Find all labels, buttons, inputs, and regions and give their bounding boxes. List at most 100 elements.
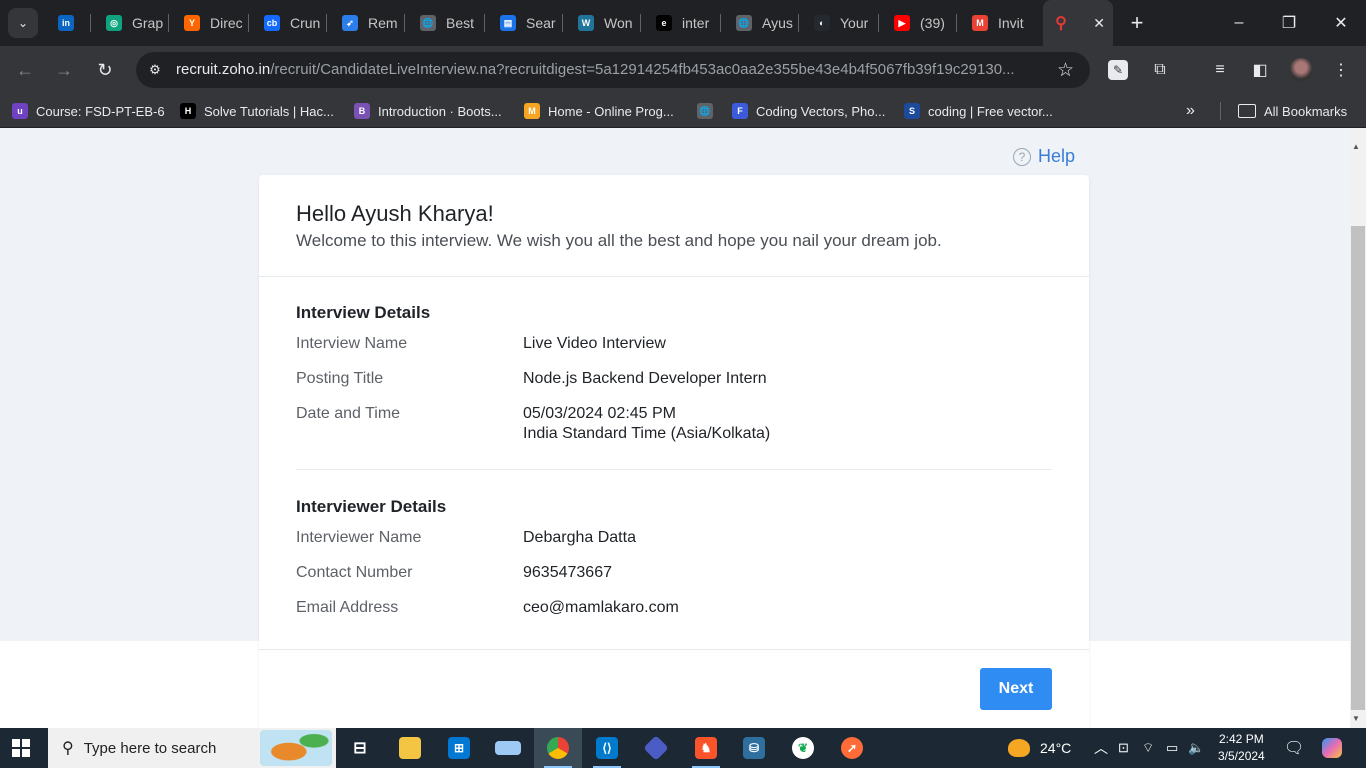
tab-12[interactable]: M Invit xyxy=(962,8,1034,38)
minimize-button[interactable]: – xyxy=(1214,0,1264,46)
folder-icon xyxy=(399,737,421,759)
vscode-taskbar-button[interactable]: ⟨⟩ xyxy=(583,728,631,768)
bookmark-label: Solve Tutorials | Hac... xyxy=(204,103,334,119)
bookmarks-overflow-button[interactable]: » xyxy=(1186,102,1195,120)
browser-toolbar: ← → ↻ ⚙ recruit.zoho.in/recruit/Candidat… xyxy=(0,46,1366,94)
postman-icon: ➚ xyxy=(841,737,863,759)
contact-number-value: 9635473667 xyxy=(523,564,612,581)
file-explorer-button[interactable] xyxy=(386,728,434,768)
tab-2[interactable]: Y Direc xyxy=(174,8,244,38)
close-window-button[interactable]: ✕ xyxy=(1316,0,1366,46)
copilot-icon xyxy=(1322,738,1342,758)
postman-button[interactable]: ➚ xyxy=(828,728,876,768)
side-panel-icon[interactable]: ◧ xyxy=(1248,58,1272,82)
copilot-button[interactable] xyxy=(1322,728,1342,768)
bookmark-label: Coding Vectors, Pho... xyxy=(756,103,886,119)
tab-favicon-icon: ◐ xyxy=(814,15,830,31)
interviewer-name-label: Interviewer Name xyxy=(296,529,422,546)
weather-sun-icon xyxy=(1008,739,1030,757)
clock[interactable]: 2:42 PM 3/5/2024 xyxy=(1218,731,1265,765)
date-time-value: 05/03/2024 02:45 PM xyxy=(523,405,677,422)
help-link[interactable]: ? Help xyxy=(1013,146,1075,167)
mongodb-compass-button[interactable]: ❦ xyxy=(779,728,827,768)
show-hidden-icons-button[interactable]: ︿ xyxy=(1094,728,1108,768)
extensions-puzzle-icon[interactable]: ⧉ xyxy=(1148,58,1172,82)
bookmark-item[interactable]: H Solve Tutorials | Hac... xyxy=(180,102,334,120)
url-path: /recruit/CandidateLiveInterview.na?recru… xyxy=(270,61,1015,78)
scroll-down-arrow-icon[interactable]: ▼ xyxy=(1352,714,1360,723)
tab-3[interactable]: cb Crun xyxy=(254,8,322,38)
search-highlight-illustration xyxy=(260,730,332,766)
tab-4[interactable]: ➶ Rem xyxy=(332,8,400,38)
contact-number-label: Contact Number xyxy=(296,564,413,581)
site-info-icon[interactable]: ⚙ xyxy=(146,61,164,79)
tab-5[interactable]: 🌐 Best xyxy=(410,8,480,38)
tab-separator xyxy=(326,14,327,32)
clock-date: 3/5/2024 xyxy=(1218,749,1265,763)
bookmark-item[interactable]: u Course: FSD-PT-EB-6 xyxy=(12,102,165,120)
reload-button[interactable]: ↻ xyxy=(91,56,119,84)
notifications-button[interactable]: 🗨 xyxy=(1284,728,1304,768)
profile-avatar[interactable] xyxy=(1289,58,1313,82)
tab-search-button[interactable]: ⌄ xyxy=(8,8,38,38)
url-text[interactable]: recruit.zoho.in/recruit/CandidateLiveInt… xyxy=(176,61,1046,78)
date-time-label: Date and Time xyxy=(296,405,401,422)
tab-label: Best xyxy=(446,15,475,31)
media-controls-icon[interactable]: ≡ xyxy=(1208,58,1232,82)
weather-widget[interactable]: 24°C xyxy=(1008,728,1071,768)
meet-now-button[interactable]: ⊡ xyxy=(1118,728,1129,768)
tab-7[interactable]: W Won xyxy=(568,8,636,38)
bookmark-item[interactable]: M Home - Online Prog... xyxy=(524,102,674,120)
microsoft-store-button[interactable]: ⊞ xyxy=(435,728,483,768)
folder-icon xyxy=(1238,104,1256,118)
tab-active[interactable]: ⚲ ✕ xyxy=(1043,0,1113,46)
battery-button[interactable]: ▭ xyxy=(1166,728,1178,768)
start-windows-icon[interactable] xyxy=(12,739,30,757)
chrome-taskbar-button[interactable] xyxy=(534,728,582,768)
scrollbar-thumb[interactable] xyxy=(1351,226,1365,710)
all-bookmarks-button[interactable]: All Bookmarks xyxy=(1238,102,1347,120)
close-tab-icon[interactable]: ✕ xyxy=(1093,15,1105,32)
extension-icon[interactable]: ✎ xyxy=(1108,60,1128,80)
interview-card: Hello Ayush Kharya! Welcome to this inte… xyxy=(259,175,1089,728)
tab-0[interactable]: in xyxy=(48,8,88,38)
next-button[interactable]: Next xyxy=(980,668,1052,710)
bookmark-item[interactable]: Scoding | Free vector... xyxy=(904,102,1053,120)
bookmark-item[interactable]: B Introduction · Boots... xyxy=(354,102,502,120)
bookmarks-divider xyxy=(1220,102,1221,120)
forward-button[interactable]: → xyxy=(50,56,78,84)
address-bar[interactable]: ⚙ recruit.zoho.in/recruit/CandidateLiveI… xyxy=(136,52,1090,88)
volume-button[interactable]: 🔈 xyxy=(1188,728,1204,768)
tab-11[interactable]: ▶ (39) xyxy=(884,8,952,38)
tab-label: Rem xyxy=(368,15,398,31)
tab-6[interactable]: ▤ Sear xyxy=(490,8,558,38)
mysql-workbench-button[interactable]: ⛁ xyxy=(730,728,778,768)
bookmark-star-icon[interactable]: ☆ xyxy=(1057,59,1074,82)
wifi-button[interactable]: ⌔ xyxy=(1142,728,1154,768)
keyboard-app-button[interactable] xyxy=(484,728,532,768)
taskbar-search[interactable]: ⚲ Type here to search xyxy=(48,728,336,768)
task-view-icon: ⊟ xyxy=(353,740,367,757)
bookmark-favicon-icon: 🌐 xyxy=(697,103,713,119)
bookmark-item[interactable]: 🌐 xyxy=(697,102,721,120)
posting-title-label: Posting Title xyxy=(296,370,384,387)
brave-taskbar-button[interactable]: ♞ xyxy=(682,728,730,768)
new-tab-button[interactable]: + xyxy=(1124,10,1150,36)
tab-separator xyxy=(720,14,721,32)
back-button[interactable]: ← xyxy=(11,56,39,84)
tab-10[interactable]: ◐ Your xyxy=(804,8,874,38)
camera-icon: ⊡ xyxy=(1118,740,1129,755)
bookmark-item[interactable]: F Coding Vectors, Pho... xyxy=(732,102,885,120)
email-address-label: Email Address xyxy=(296,599,399,616)
chevron-up-icon: ︿ xyxy=(1094,740,1108,756)
tab-1[interactable]: ◎ Grap xyxy=(96,8,164,38)
tab-8[interactable]: e inter xyxy=(646,8,716,38)
scroll-up-arrow-icon[interactable]: ▲ xyxy=(1352,142,1360,151)
menu-kebab-icon[interactable]: ⋮ xyxy=(1329,58,1353,82)
task-view-button[interactable]: ⊟ xyxy=(336,728,384,768)
git-app-button[interactable] xyxy=(632,728,680,768)
restore-button[interactable]: ❐ xyxy=(1264,0,1314,46)
tab-separator xyxy=(484,14,485,32)
tab-9[interactable]: 🌐 Ayus xyxy=(726,8,794,38)
interviewer-details-heading: Interviewer Details xyxy=(296,497,447,516)
